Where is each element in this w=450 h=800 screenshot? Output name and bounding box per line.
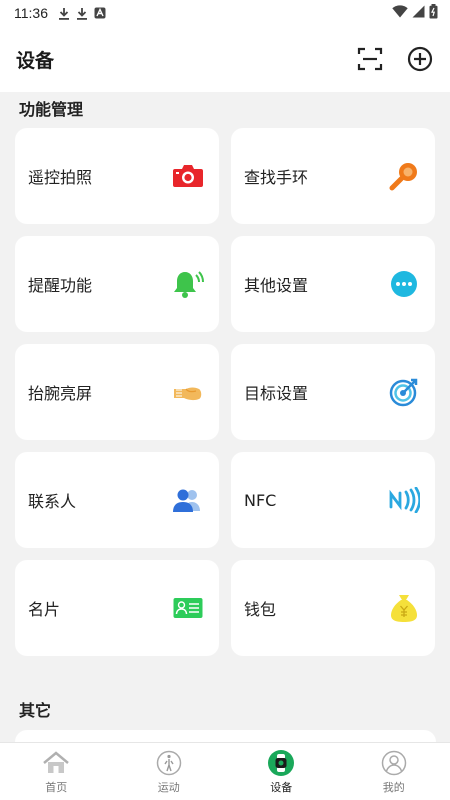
page-title: 设备 [16, 50, 55, 72]
feature-label: 联系人 [28, 492, 77, 511]
cell-signal-icon [412, 5, 425, 22]
plus-circle-icon[interactable] [406, 45, 434, 73]
feature-card-wallet[interactable]: 钱包 [231, 560, 435, 656]
more-dots-icon [387, 267, 421, 301]
app-bar: 设备 [0, 26, 450, 92]
nfc-icon [387, 483, 421, 517]
tab-device[interactable]: 设备 [225, 743, 338, 800]
download-icon [58, 7, 70, 20]
feature-label: 遥控拍照 [28, 168, 93, 187]
feature-label: 目标设置 [244, 384, 309, 403]
feature-card-raise-wrist[interactable]: 抬腕亮屏 [15, 344, 219, 440]
section-title-others: 其它 [19, 701, 52, 720]
bell-icon [171, 267, 205, 301]
camera-icon [171, 159, 205, 193]
feature-card-remote-camera[interactable]: 遥控拍照 [15, 128, 219, 224]
status-time: 11:36 [14, 5, 48, 21]
wifi-icon [392, 4, 408, 22]
tab-label: 首页 [45, 780, 68, 794]
tab-label: 我的 [382, 780, 405, 794]
contacts-icon [171, 483, 205, 517]
bottom-tab-bar: 首页 运动 设备 我的 [0, 742, 450, 800]
tab-label: 设备 [270, 780, 293, 794]
business-card-icon [171, 591, 205, 625]
status-bar: 11:36 [0, 0, 450, 26]
tab-sport[interactable]: 运动 [113, 743, 226, 800]
feature-card-business-card[interactable]: 名片 [15, 560, 219, 656]
others-card-partial[interactable] [15, 730, 436, 742]
feature-label: NFC [244, 490, 277, 510]
watch-icon [267, 749, 295, 777]
tab-home[interactable]: 首页 [0, 743, 113, 800]
feature-grid: 遥控拍照 查找手环 提醒功能 其他设置 抬腕亮屏 目标设置 联系人 NFC 名片… [15, 128, 436, 656]
feature-label: 名片 [28, 600, 61, 619]
feature-card-nfc[interactable]: NFC [231, 452, 435, 548]
feature-card-goal-settings[interactable]: 目标设置 [231, 344, 435, 440]
tab-profile[interactable]: 我的 [338, 743, 450, 800]
target-icon [387, 375, 421, 409]
feature-card-contacts[interactable]: 联系人 [15, 452, 219, 548]
feature-card-find-band[interactable]: 查找手环 [231, 128, 435, 224]
tab-label: 运动 [157, 780, 180, 794]
scan-icon[interactable] [356, 45, 384, 73]
home-icon [42, 749, 70, 777]
feature-label: 抬腕亮屏 [28, 384, 93, 403]
feature-card-reminders[interactable]: 提醒功能 [15, 236, 219, 332]
profile-icon [380, 749, 408, 777]
money-bag-icon [387, 591, 421, 625]
feature-label: 查找手环 [244, 168, 309, 187]
app-notification-icon [94, 7, 106, 19]
battery-icon [429, 3, 438, 23]
download-icon [76, 7, 88, 20]
feature-card-other-settings[interactable]: 其他设置 [231, 236, 435, 332]
raise-wrist-icon [171, 375, 205, 409]
run-icon [155, 749, 183, 777]
section-title-feature-management: 功能管理 [19, 100, 84, 119]
feature-label: 钱包 [244, 600, 277, 619]
search-magnifier-icon [387, 159, 421, 193]
feature-label: 其他设置 [244, 276, 309, 295]
feature-label: 提醒功能 [28, 276, 93, 295]
